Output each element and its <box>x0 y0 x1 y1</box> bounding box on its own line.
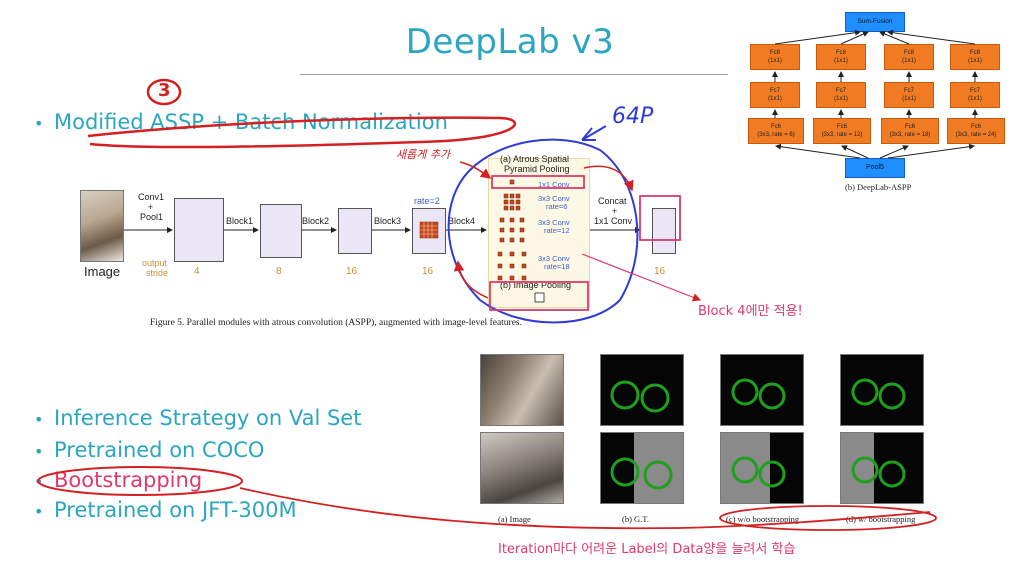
bootstrapping-circle <box>37 466 243 496</box>
atrous-kernel-icon <box>419 221 439 239</box>
bootstrapping-link-line <box>239 487 931 530</box>
aspp-conv-icons <box>497 179 527 281</box>
arrow-block4-note <box>581 253 702 302</box>
blue-arrow-annotation <box>581 125 607 141</box>
arrow-to-concat-annotation <box>583 165 634 192</box>
highlight-1x1-conv <box>491 175 585 189</box>
bullet-underline-annotation <box>87 116 517 149</box>
deeplab-aspp-arrows <box>772 29 978 159</box>
annotation-overlay <box>37 29 978 531</box>
bootstrapping-caption-circle <box>719 505 937 531</box>
circle-number-annotation <box>146 78 182 106</box>
highlight-concat <box>639 195 681 241</box>
segmentation-strokes <box>610 378 906 490</box>
image-pooling-icon <box>534 292 545 303</box>
